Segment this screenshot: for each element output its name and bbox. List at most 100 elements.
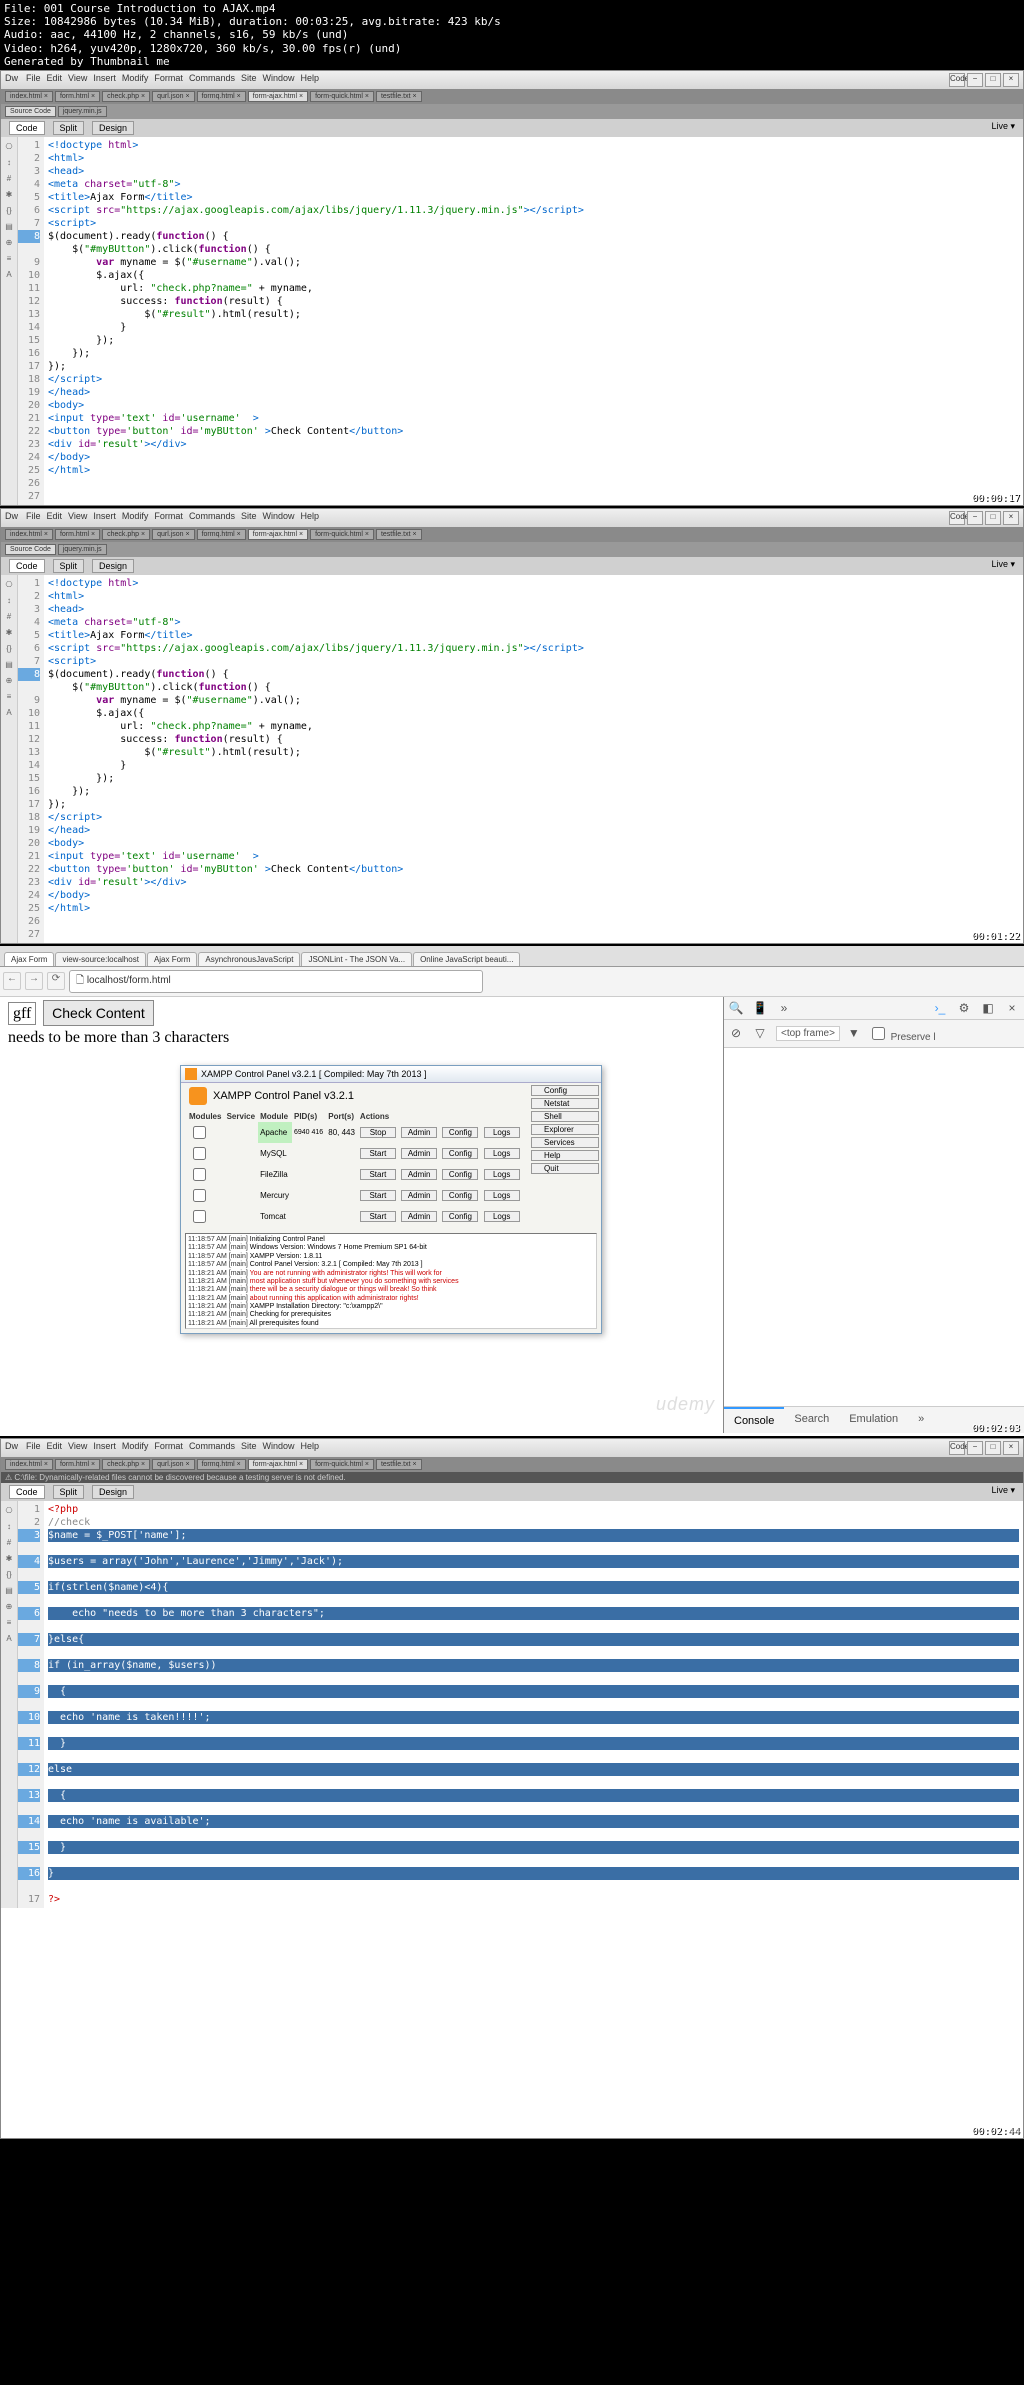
code-content[interactable]: <!doctype html> <html> <head> <meta char…	[44, 575, 1023, 943]
code-content[interactable]: <!doctype html> <html> <head> <meta char…	[44, 137, 1023, 505]
gutter-icon[interactable]: ▤	[2, 222, 16, 236]
gutter-icon[interactable]: ⎔	[2, 1506, 16, 1520]
close-devtools-icon[interactable]: ×	[1004, 1001, 1020, 1015]
gutter-icon[interactable]: #	[2, 1538, 16, 1552]
gutter-icon[interactable]: A	[2, 270, 16, 284]
url-bar[interactable]: 🗋 localhost/form.html	[69, 970, 483, 993]
code-mode-label[interactable]: Code	[949, 73, 965, 87]
gutter-icon[interactable]: ✱	[2, 628, 16, 642]
thumbnail-frame-3: Ajax Formview-source:localhostAjax FormA…	[0, 946, 1024, 1436]
gutter-icon[interactable]: {}	[2, 1570, 16, 1584]
xampp-logo	[189, 1087, 207, 1105]
device-icon[interactable]: 📱	[752, 1001, 768, 1015]
line-numbers: 1234567891011121314151617	[18, 1501, 44, 1908]
code-gutter: ⎔ ↕ # ✱ {} ▤ ⊕ ≡ A	[1, 137, 18, 505]
reload-button[interactable]: ⟳	[47, 972, 65, 990]
tab-emulation[interactable]: Emulation	[839, 1407, 908, 1433]
xampp-log[interactable]: 11:18:57 AM [main] Initializing Control …	[185, 1233, 597, 1329]
code-editor[interactable]: ⎔↕#✱{}▤⊕≡A 12345678910111213141516171819…	[1, 575, 1023, 943]
xampp-control-panel[interactable]: XAMPP Control Panel v3.2.1 [ Compiled: M…	[180, 1065, 602, 1334]
maximize-icon[interactable]: □	[985, 73, 1001, 87]
gutter-icon[interactable]: ⊕	[2, 238, 16, 252]
back-button[interactable]: ←	[3, 972, 21, 990]
check-content-button[interactable]: Check Content	[43, 1000, 154, 1026]
chrome-devtools[interactable]: 🔍 📱 » ›_ ⚙ ◧ × ⊘ ▽ <top frame> ▼ Preserv…	[723, 997, 1024, 1433]
udemy-watermark: udemy	[656, 1394, 715, 1415]
preserve-log-checkbox[interactable]	[872, 1027, 885, 1040]
minimize-icon[interactable]: −	[967, 1441, 983, 1455]
tab-search[interactable]: Search	[784, 1407, 839, 1433]
forward-button[interactable]: →	[25, 972, 43, 990]
php-code-content[interactable]: <?php //check $name = $_POST['name']; $u…	[44, 1501, 1023, 1908]
username-input[interactable]: gff	[8, 1002, 36, 1025]
gutter-icon[interactable]: ⎔	[2, 580, 16, 594]
view-tabs[interactable]: CodeSplitDesignLive ▾	[1, 119, 1023, 137]
gutter-icon[interactable]: ▤	[2, 1586, 16, 1600]
video-audio: Audio: aac, 44100 Hz, 2 channels, s16, 5…	[4, 28, 1020, 41]
gutter-icon[interactable]: ⊕	[2, 676, 16, 690]
maximize-icon[interactable]: □	[985, 1441, 1001, 1455]
timestamp-2: 00:01:22	[972, 931, 1020, 942]
gutter-icon[interactable]: ⊕	[2, 1602, 16, 1616]
line-numbers: 1234567891011121314151617181920212223242…	[18, 137, 44, 505]
source-tabs[interactable]: Source Codejquery.min.js	[1, 104, 1023, 119]
close-icon[interactable]: ×	[1003, 511, 1019, 525]
gutter-icon[interactable]: ✱	[2, 1554, 16, 1568]
video-size: Size: 10842986 bytes (10.34 MiB), durati…	[4, 15, 1020, 28]
thumbnail-frame-2: Dw FileEditViewInsertModifyFormatCommand…	[0, 508, 1024, 944]
gutter-icon[interactable]: A	[2, 1634, 16, 1648]
gutter-icon[interactable]: ↕	[2, 1522, 16, 1536]
gutter-icon[interactable]: #	[2, 174, 16, 188]
browser-tabs[interactable]: Ajax Formview-source:localhostAjax FormA…	[0, 946, 1024, 967]
frame-selector[interactable]: <top frame>	[776, 1026, 840, 1041]
code-editor[interactable]: ⎔ ↕ # ✱ {} ▤ ⊕ ≡ A 12345678910111213141516171819…	[1, 137, 1023, 505]
gutter-icon[interactable]: ▤	[2, 660, 16, 674]
menu-items[interactable]: FileEditViewInsertModifyFormatCommandsSi…	[26, 1441, 325, 1455]
gutter-icon[interactable]: ≡	[2, 254, 16, 268]
gutter-icon[interactable]: ✱	[2, 190, 16, 204]
view-tabs[interactable]: CodeSplitDesignLive ▾	[1, 1483, 1023, 1501]
clear-icon[interactable]: ⊘	[728, 1026, 744, 1040]
dw-logo: Dw	[5, 511, 18, 525]
gutter-icon[interactable]: {}	[2, 644, 16, 658]
file-tabs[interactable]: index.html ×form.html ×check.php ×qurl.j…	[1, 89, 1023, 104]
search-icon[interactable]: 🔍	[728, 1001, 744, 1015]
close-icon[interactable]: ×	[1003, 73, 1019, 87]
page-content: gff Check Content needs to be more than …	[0, 997, 723, 1433]
gutter-icon[interactable]: {}	[2, 206, 16, 220]
tab-more[interactable]: »	[908, 1407, 934, 1433]
code-mode-label[interactable]: Code	[949, 511, 965, 525]
gutter-icon[interactable]: #	[2, 612, 16, 626]
dreamweaver-menubar: Dw FileEditViewInsertModifyFormatCommand…	[1, 71, 1023, 89]
php-code-editor[interactable]: ⎔ ↕ # ✱ {} ▤ ⊕ ≡ A 1234567891011121314151617 <?p…	[1, 1501, 1023, 1908]
dreamweaver-menubar: Dw FileEditViewInsertModifyFormatCommand…	[1, 509, 1023, 527]
close-icon[interactable]: ×	[1003, 1441, 1019, 1455]
minimize-icon[interactable]: −	[967, 511, 983, 525]
menu-items[interactable]: FileEditViewInsertModifyFormatCommandsSi…	[26, 73, 325, 87]
menu-items[interactable]: FileEditViewInsertModifyFormatCommandsSi…	[26, 511, 325, 525]
gutter-icon[interactable]: ↕	[2, 158, 16, 172]
gutter-icon[interactable]: ≡	[2, 1618, 16, 1632]
source-tabs[interactable]: Source Codejquery.min.js	[1, 542, 1023, 557]
code-gutter: ⎔ ↕ # ✱ {} ▤ ⊕ ≡ A	[1, 1501, 18, 1908]
gutter-icon[interactable]: ↕	[2, 596, 16, 610]
dropdown-icon[interactable]: ▼	[848, 1026, 860, 1040]
console-body[interactable]	[724, 1048, 1024, 1406]
xampp-titlebar[interactable]: XAMPP Control Panel v3.2.1 [ Compiled: M…	[181, 1066, 601, 1083]
code-mode-label[interactable]: Code	[949, 1441, 965, 1455]
gutter-icon[interactable]: ⎔	[2, 142, 16, 156]
gutter-icon[interactable]: ≡	[2, 692, 16, 706]
settings-icon[interactable]: ⚙	[956, 1001, 972, 1015]
tab-console[interactable]: Console	[724, 1407, 784, 1433]
gutter-icon[interactable]: A	[2, 708, 16, 722]
more-icon[interactable]: »	[776, 1001, 792, 1015]
thumbnail-frame-1: Dw FileEditViewInsertModifyFormatCommand…	[0, 70, 1024, 506]
file-tabs[interactable]: index.html ×form.html ×check.php ×qurl.j…	[1, 527, 1023, 542]
view-tabs[interactable]: CodeSplitDesignLive ▾	[1, 557, 1023, 575]
minimize-icon[interactable]: −	[967, 73, 983, 87]
filter-icon[interactable]: ▽	[752, 1026, 768, 1040]
maximize-icon[interactable]: □	[985, 511, 1001, 525]
console-icon[interactable]: ›_	[932, 1001, 948, 1015]
file-tabs[interactable]: index.html ×form.html ×check.php ×qurl.j…	[1, 1457, 1023, 1472]
dock-icon[interactable]: ◧	[980, 1001, 996, 1015]
